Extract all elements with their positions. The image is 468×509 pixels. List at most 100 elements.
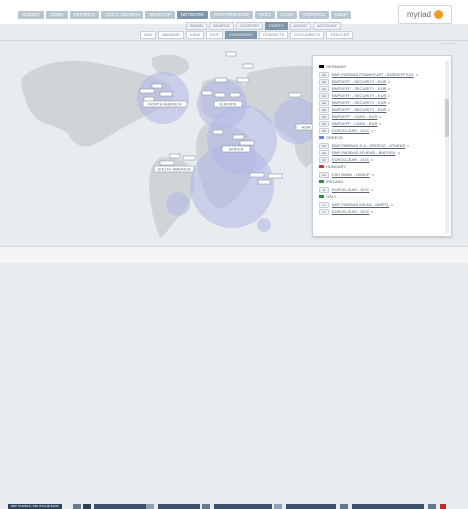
nav-cash[interactable]: CASH [276,11,298,19]
entity-link[interactable]: KSH BANK - HXBUP [332,172,370,177]
entity-link[interactable]: EUROCLEAR - DOC [332,209,369,214]
marker-europe-2 [242,63,254,69]
entity-list-item[interactable]: DE EUROCLEAR - DOC [319,128,374,134]
country-label: GERMANY [326,64,347,69]
entity-list-item[interactable]: IE EUROCLEAR - DOC [319,187,374,193]
footer-control-3[interactable] [146,504,154,509]
region-label-north-america: NORTH AMERICA [148,102,182,107]
entity-code-badge: IT [319,209,329,215]
africa-halo [190,144,274,228]
entity-list-item[interactable]: DE BNPDEFF - CASH - EUR [319,114,382,120]
nav-subset[interactable]: SUBSET [18,11,45,19]
subtab-documents[interactable]: DOCUMENTS [290,31,325,39]
footer-selector-6[interactable] [352,504,424,509]
marker-europe-4 [236,77,250,83]
panel-scrollbar[interactable] [445,61,449,233]
entity-list-item[interactable]: IT BNP PARIBAS MILAN - BNPITL [319,202,394,208]
flag-icon [319,180,324,184]
country-group[interactable]: GREECE [319,135,343,140]
nav-fees[interactable]: FEES [254,11,275,19]
entity-link[interactable]: EUROCLEAR - DOC [332,128,369,133]
panel-scrollbar-thumb[interactable] [445,99,449,137]
status-dot-icon [371,159,374,161]
subtab-tracker[interactable]: TRACKER [326,31,354,39]
entity-link[interactable]: BNPDEFF - CASH - EUR [332,121,377,126]
nav-network[interactable]: NETWORK [176,11,208,19]
entity-link[interactable]: BNPDEFF - CASH - EUR [332,114,377,119]
entity-code-badge: DE [319,93,329,99]
marker-europe-3 [214,77,228,83]
entity-link[interactable]: BNPDEFF - SECURITY - EUR [332,93,386,98]
flag-icon [319,195,324,199]
country-group[interactable]: ITALY [319,194,337,199]
status-dot-icon [407,145,410,147]
nav-performance[interactable]: PERFORMANCE [209,11,253,19]
footer-control-5[interactable] [274,504,282,509]
entity-link[interactable]: BNPDEFF - SECURITY - EUR [332,79,386,84]
footer-selector-3[interactable] [158,504,200,509]
entity-list-item[interactable]: GR EUROCLEAR - DOC [319,157,374,163]
footer-control-2[interactable] [83,504,91,509]
footer-alert[interactable] [440,504,446,509]
nav-desktop[interactable]: DESKTOP [145,11,175,19]
entity-code-badge: GR [319,143,329,149]
entity-list-item[interactable]: DE BNPDEFF - SECURITY - EUR [319,93,391,99]
country-group[interactable]: GERMANY [319,64,346,69]
entity-link[interactable]: EUROCLEAR - DOC [332,187,369,192]
entity-link[interactable]: BNPDEFF - SECURITY - EUR [332,86,386,91]
entity-link[interactable]: BNP PARIBAS ATHENS - BNPGRX [332,150,396,155]
entity-list-item[interactable]: GR BNP PARIBAS ATHENS - BNPGRX [319,150,400,156]
status-dot-icon [379,116,382,118]
subtab-add[interactable]: ADD [140,31,157,39]
country-group[interactable]: IRELAND [319,179,343,184]
marker-north-america-3 [159,91,173,97]
nav-control[interactable]: CONTROL [299,11,330,19]
tab-account[interactable]: ACCOUNT [313,22,342,30]
subtab-countries[interactable]: COUNTRIES [225,31,257,39]
entity-code-badge: DE [319,79,329,85]
footer-control-4[interactable] [202,504,210,509]
footer-control-7[interactable] [428,504,436,509]
logo-text: myriad [406,10,431,19]
entity-link[interactable]: BNPDEFF - SECURITY - EUR [332,100,386,105]
tab-entity[interactable]: ENTITY [265,22,288,30]
entity-list-item[interactable]: DE BNPDEFF - SECURITY - EUR [319,100,391,106]
footer-selector-2[interactable] [94,504,146,509]
entity-link[interactable]: BNP PARIBAS FRANKFURT - BNPDEFFXXX [332,72,414,77]
subtab-contacts[interactable]: CONTACTS [258,31,289,39]
entity-link[interactable]: BNP PARIBAS S.A - GREECE - ATHENS [332,143,405,148]
footer-control-1[interactable] [73,504,81,509]
marker-south-america-3 [159,160,175,166]
entity-link[interactable]: EUROCLEAR - DOC [332,157,369,162]
entity-list-item[interactable]: DE BNPDEFF - SECURITY - EUR [319,107,391,113]
footer-selector-5[interactable] [286,504,336,509]
subtab-manage[interactable]: MANAGE [158,31,184,39]
footer-control-6[interactable] [340,504,348,509]
entity-list-item[interactable]: DE BNPDEFF - CASH - EUR [319,121,382,127]
status-dot-icon [371,211,374,213]
entity-list-item[interactable]: DE BNPDEFF - SECURITY - EUR [319,79,391,85]
marker-europe-1 [225,51,237,57]
nav-quick-search[interactable]: QUICK SEARCH [101,11,144,19]
entity-list-item[interactable]: DE BNPDEFF - SECURITY - EUR [319,86,391,92]
tab-country[interactable]: COUNTRY [235,22,264,30]
tab-search[interactable]: SEARCH [208,22,234,30]
country-group[interactable]: HUNGARY [319,164,346,169]
entity-list-item[interactable]: HU KSH BANK - HXBUP [319,172,374,178]
subtab-edit[interactable]: EDIT [206,31,224,39]
nav-reports[interactable]: REPORTS [69,11,100,19]
footer-selector[interactable]: BNP PARIBAS / DEUTSCHE BANK [8,504,62,509]
nav-help[interactable]: HELP [331,11,351,19]
entity-list-item[interactable]: DE BNP PARIBAS FRANKFURT - BNPDEFFXXX [319,72,418,78]
subtab-view[interactable]: VIEW [185,31,205,39]
entity-link[interactable]: BNP PARIBAS MILAN - BNPITL [332,202,389,207]
tab-agent[interactable]: AGENT [289,22,312,30]
entity-country-panel[interactable]: GERMANY DE BNP PARIBAS FRANKFURT - BNPDEFF… [312,55,452,237]
tab-admin[interactable]: ADMIN [186,22,207,30]
nav-demo[interactable]: DEMO [46,11,68,19]
footer-selector-4[interactable] [214,504,272,509]
entity-list-item[interactable]: IT EUROCLEAR - DOC [319,209,374,215]
entity-link[interactable]: BNPDEFF - SECURITY - EUR [332,107,386,112]
entity-list-item[interactable]: GR BNP PARIBAS S.A - GREECE - ATHENS [319,143,410,149]
marker-south-2 [267,173,283,179]
